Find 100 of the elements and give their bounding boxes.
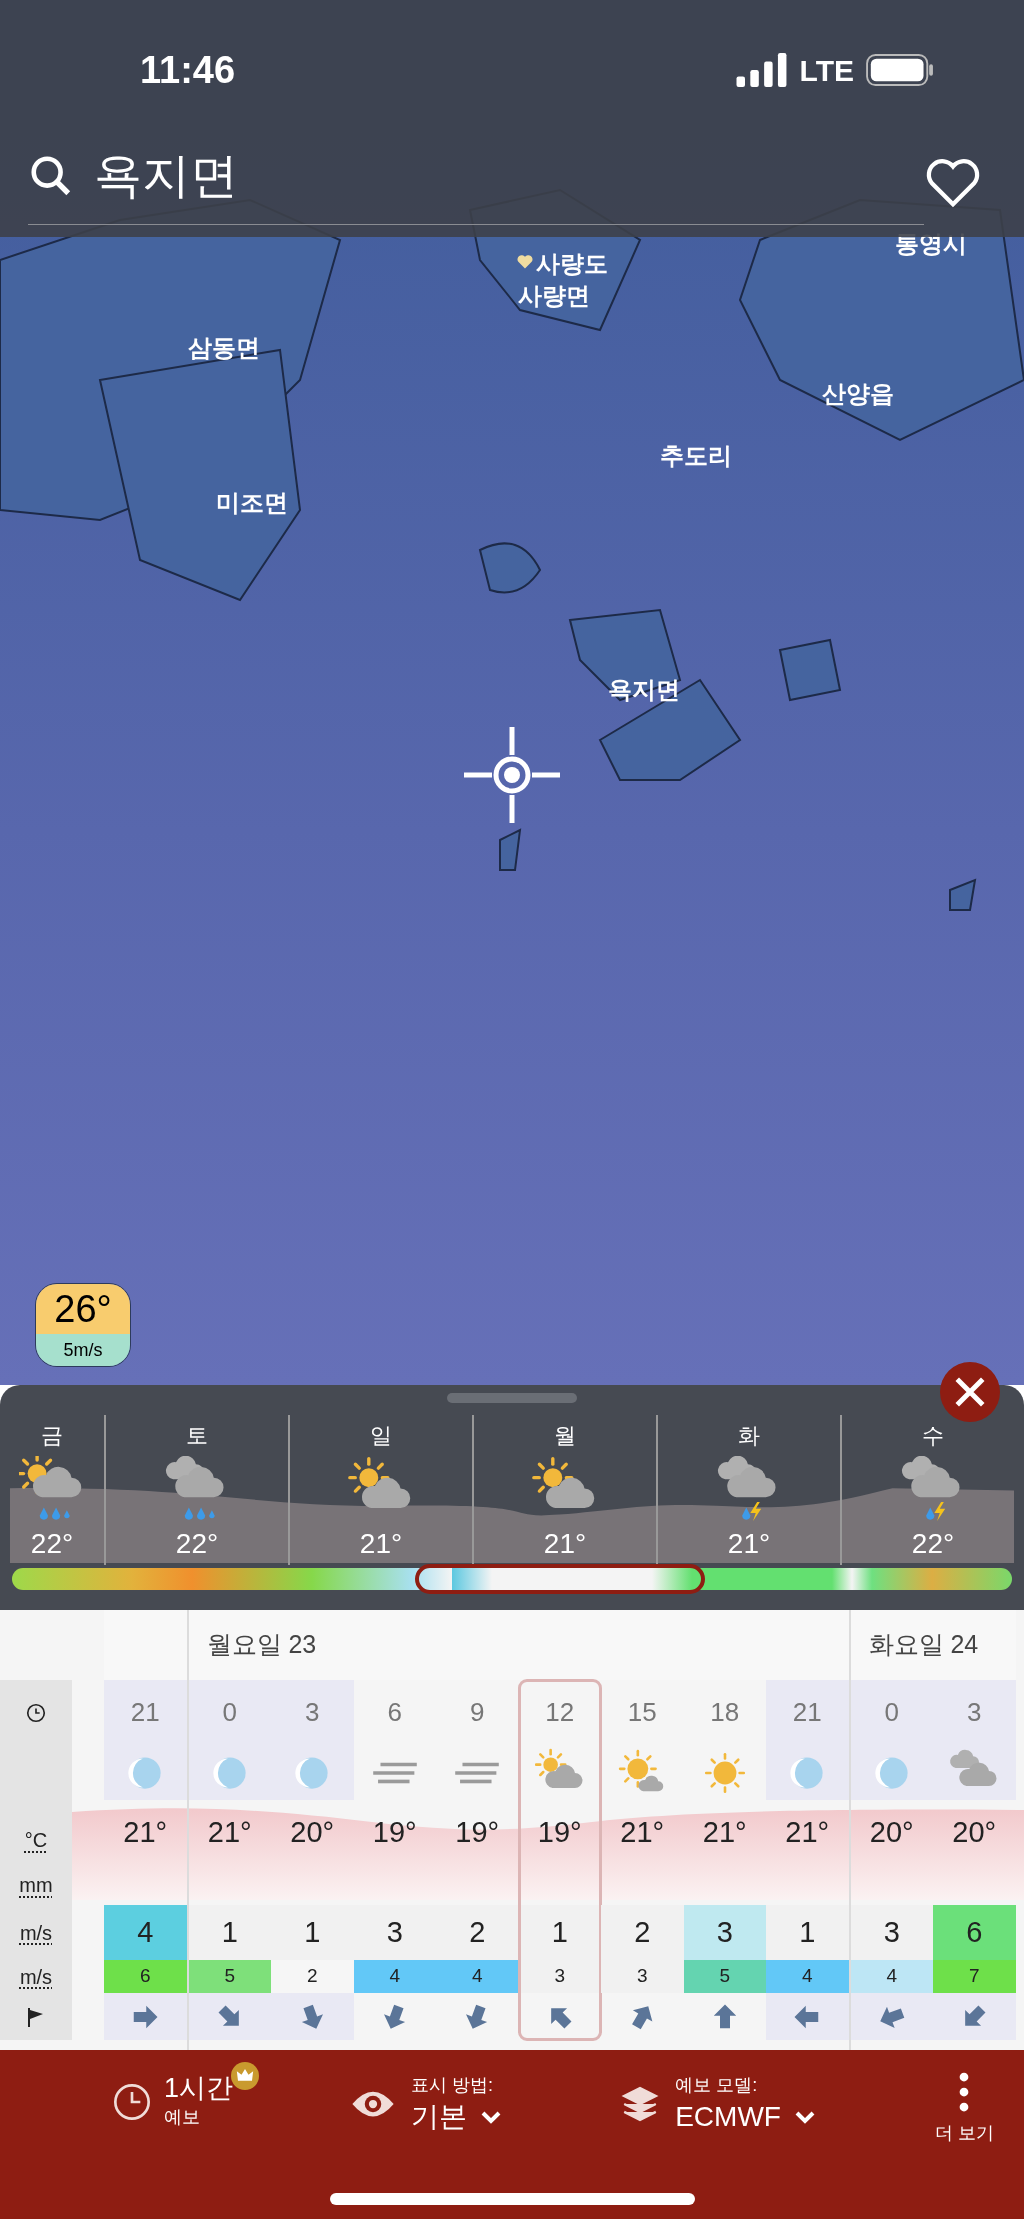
forecast-column[interactable]: 0 21° 1 5 — [188, 1680, 271, 2040]
day-label: 수 — [922, 1422, 944, 1450]
hour-label: 0 — [884, 1696, 899, 1729]
forecast-column[interactable]: 3 20° 1 2 — [271, 1680, 354, 2040]
place-label: 미조면 — [216, 488, 288, 518]
clock-icon — [112, 2081, 152, 2122]
layers-icon — [621, 2084, 660, 2123]
day-column[interactable]: 금 22° — [0, 1415, 104, 1565]
wind-speed-cell: 2 — [436, 1905, 519, 1960]
wind-speed-cell: 3 — [850, 1905, 933, 1960]
wind-speed-cell: 3 — [353, 1905, 436, 1960]
fog-icon — [371, 1761, 418, 1784]
temperature-value: 20° — [290, 1814, 335, 1850]
day-temperature: 22° — [911, 1527, 955, 1561]
day-temperature: 21° — [727, 1527, 771, 1561]
day-column[interactable]: 화 21° — [656, 1415, 840, 1565]
signal-icon — [735, 53, 788, 87]
temperature-value: 20° — [869, 1814, 914, 1850]
place-label: 사량도 — [536, 249, 608, 279]
date-header: 월요일 23 — [206, 1629, 317, 1661]
date-header: 화요일 24 — [868, 1629, 979, 1661]
place-label: 사량면 — [518, 281, 590, 311]
forecast-column[interactable]: 12 19° 1 3 — [518, 1680, 601, 2040]
drag-handle[interactable] — [447, 1393, 577, 1403]
unit-label[interactable]: °C — [24, 1825, 48, 1855]
day-temperature: 21° — [543, 1527, 587, 1561]
more-button[interactable]: 더 보기 — [935, 2072, 994, 2147]
interval-button[interactable]: 1시간 예보 — [112, 2062, 234, 2131]
wind-gust-cell: 7 — [933, 1960, 1016, 1993]
temperature-value: 19° — [372, 1814, 417, 1850]
wind-gust-cell: 4 — [353, 1960, 436, 1993]
wind-speed-cell: 4 — [104, 1905, 187, 1960]
unit-label[interactable]: m/s — [19, 1917, 53, 1948]
hour-label: 21 — [130, 1696, 160, 1729]
place-label: 통영시 — [895, 229, 967, 259]
temperature-value: 21° — [620, 1814, 665, 1850]
battery-icon — [866, 54, 934, 86]
map-background[interactable]: 사량도 사량면 통영시 삼동면 산양읍 추도리 미조면 욕지면 26° 5m/s 11:46 LTE 욕지면 — [0, 0, 1024, 1385]
temperature-value: 20° — [952, 1814, 997, 1850]
wind-gust-cell: 4 — [436, 1960, 519, 1993]
wind-gust-cell: 5 — [683, 1960, 766, 1993]
forecast-column[interactable]: 21 21° 4 6 — [104, 1680, 187, 2040]
wind-gust-cell: 5 — [188, 1960, 271, 1993]
forecast-column[interactable]: 15 21° 2 3 — [601, 1680, 684, 2040]
unit-label[interactable]: mm — [19, 1870, 53, 1900]
temperature-value: 21° — [785, 1814, 830, 1850]
day-temperature: 21° — [359, 1527, 403, 1561]
hour-label: 3 — [305, 1696, 320, 1729]
temperature-value: 19° — [537, 1814, 582, 1850]
place-label: 욕지면 — [608, 675, 680, 705]
day-column[interactable]: 일 21° — [288, 1415, 472, 1565]
day-label: 월 — [554, 1422, 576, 1450]
day-label: 금 — [41, 1422, 63, 1450]
eye-icon — [351, 2089, 396, 2118]
search-field[interactable]: 욕지면 — [28, 140, 924, 225]
wind-speed-cell: 1 — [766, 1905, 849, 1960]
wind-speed-cell: 3 — [683, 1905, 766, 1960]
forecast-column[interactable]: 18 21° 3 5 — [683, 1680, 766, 2040]
temperature-value: 21° — [207, 1814, 252, 1850]
forecast-model-dropdown[interactable]: 예보 모델: ECMWF — [621, 2072, 817, 2135]
wind-gust-cell: 4 — [766, 1960, 849, 1993]
hour-label: 21 — [792, 1696, 822, 1729]
forecast-column[interactable]: 3 20° 6 7 — [933, 1680, 1016, 2040]
day-column[interactable]: 수 22° — [840, 1415, 1024, 1565]
fog-icon — [454, 1761, 501, 1784]
hour-label: 18 — [710, 1696, 740, 1729]
forecast-column[interactable]: 9 19° 2 4 — [436, 1680, 519, 2040]
day-label: 화 — [738, 1422, 760, 1450]
hour-label: 15 — [627, 1696, 657, 1729]
hour-label: 9 — [470, 1696, 485, 1729]
wind-gust-cell: 3 — [518, 1960, 601, 1993]
wind-speed-cell: 1 — [518, 1905, 601, 1960]
status-time: 11:46 — [140, 47, 236, 93]
temperature-value: 21° — [123, 1814, 168, 1850]
forecast-column[interactable]: 21 21° 1 4 — [766, 1680, 849, 2040]
wind-speed-cell: 1 — [271, 1905, 354, 1960]
place-label: 삼동면 — [188, 333, 260, 363]
timeline-selection-frame[interactable] — [415, 1564, 705, 1594]
display-mode-dropdown[interactable]: 표시 방법: 기본 — [351, 2072, 504, 2135]
day-column[interactable]: 월 21° — [472, 1415, 656, 1565]
day-column[interactable]: 토 22° — [104, 1415, 288, 1565]
network-label: LTE — [799, 52, 854, 89]
hour-label: 12 — [545, 1696, 575, 1729]
temperature-value: 19° — [455, 1814, 500, 1850]
close-button[interactable] — [940, 1362, 1000, 1422]
wind-speed-cell: 2 — [601, 1905, 684, 1960]
temperature-value: 21° — [702, 1814, 747, 1850]
forecast-column[interactable]: 6 19° 3 4 — [353, 1680, 436, 2040]
unit-label[interactable]: m/s — [19, 1961, 53, 1992]
wind-gust-cell: 3 — [601, 1960, 684, 1993]
hour-label: 3 — [967, 1696, 982, 1729]
weather-badge[interactable]: 26° 5m/s — [35, 1283, 131, 1367]
place-label: 산양읍 — [822, 379, 894, 409]
wind-gust-cell: 6 — [104, 1960, 187, 1993]
day-temperature: 22° — [175, 1527, 219, 1561]
forecast-column[interactable]: 0 20° 3 4 — [850, 1680, 933, 2040]
clock-icon — [25, 1701, 47, 1724]
day-label: 토 — [186, 1422, 208, 1450]
hour-label: 6 — [387, 1696, 402, 1729]
crown-badge-icon — [231, 2062, 260, 2090]
